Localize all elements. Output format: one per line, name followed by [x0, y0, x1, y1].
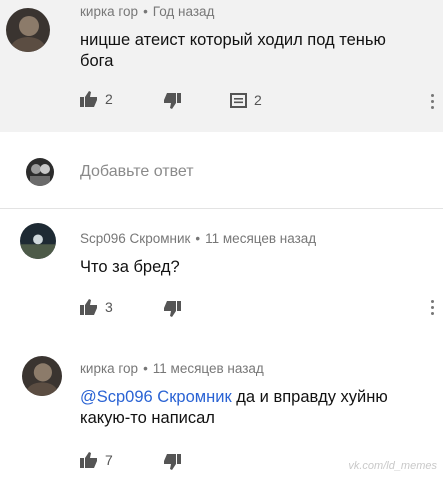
like-button[interactable]: 3	[80, 299, 113, 315]
timestamp: Год назад	[152, 4, 215, 19]
reply-count: 2	[254, 92, 262, 108]
avatar[interactable]	[22, 356, 62, 396]
author-name[interactable]: Scp096 Скромник	[80, 231, 190, 246]
comment-text: Что за бред?	[80, 258, 180, 276]
current-user-avatar	[26, 158, 54, 186]
thumbs-down-icon	[164, 301, 181, 317]
reply-input[interactable]: Добавьте ответ	[80, 163, 194, 181]
author-name[interactable]: кирка гор	[80, 361, 138, 376]
thumbs-up-icon	[80, 299, 97, 315]
comment-2: Scp096 Скромник • 11 месяцев назад Что за …	[0, 209, 443, 344]
dislike-button[interactable]	[163, 301, 181, 317]
more-vertical-icon[interactable]	[431, 300, 435, 318]
thumbs-down-icon	[164, 93, 181, 109]
author-name[interactable]: кирка гор	[80, 4, 138, 19]
comment-icon	[230, 92, 247, 108]
watermark: vk.com/ld_memes	[348, 460, 437, 472]
comment-meta: кирка гор • 11 месяцев назад	[80, 361, 264, 376]
reply-count-button[interactable]: 2	[230, 92, 262, 108]
like-count: 3	[105, 299, 113, 315]
thumbs-up-icon	[80, 452, 97, 468]
timestamp: 11 месяцев назад	[152, 361, 264, 376]
like-count: 7	[105, 452, 113, 468]
timestamp: 11 месяцев назад	[205, 231, 317, 246]
dislike-button[interactable]	[163, 454, 181, 470]
avatar[interactable]	[20, 223, 56, 259]
like-button[interactable]: 7	[80, 452, 113, 468]
avatar[interactable]	[6, 8, 50, 52]
comment-text: @Scp096 Скромник да и вправду хуйню каку…	[80, 387, 430, 429]
thumbs-down-icon	[164, 454, 181, 470]
more-vertical-icon[interactable]	[431, 94, 435, 112]
like-button[interactable]: 2	[80, 91, 113, 107]
like-count: 2	[105, 91, 113, 107]
user-mention-link[interactable]: @Scp096 Скромник	[80, 388, 232, 406]
comment-meta: Scp096 Скромник • 11 месяцев назад	[80, 231, 317, 246]
dislike-button[interactable]	[163, 93, 181, 109]
comment-text: ницше атеист который ходил под тенью бог…	[80, 31, 386, 70]
comment-meta: кирка гор • Год назад	[80, 4, 215, 19]
thumbs-up-icon	[80, 91, 97, 107]
comment-1: кирка гор • Год назад ницше атеист который…	[0, 0, 443, 132]
